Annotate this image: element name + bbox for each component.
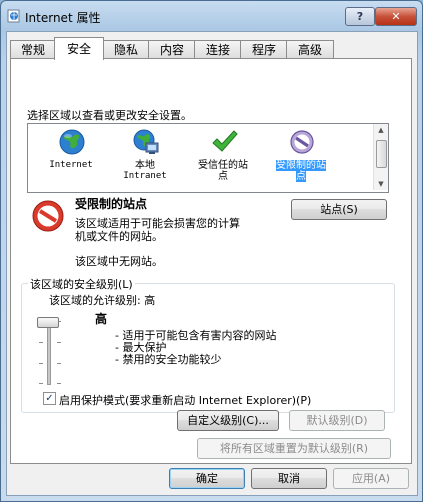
zone-restricted-sites[interactable]: 受限制的站 点 — [264, 124, 338, 190]
protected-mode-label[interactable]: 启用保护模式(要求重新启动 Internet Explorer)(P) — [59, 392, 311, 408]
zone-description-line-2: 机或文件的网站。 — [75, 230, 163, 243]
help-button[interactable]: ? — [345, 7, 375, 26]
zone-trusted-label: 受信任的站 点 — [198, 160, 248, 182]
zone-sites-status: 该区域中无网站。 — [75, 255, 163, 268]
internet-properties-window: Internet 属性 ? ✕ 常规 安全 隐私 内容 连接 程序 高级 选择区… — [0, 0, 423, 502]
custom-level-button[interactable]: 自定义级别(C)... — [177, 410, 279, 431]
tab-programs[interactable]: 程序 — [240, 40, 288, 59]
scroll-down-arrow-icon[interactable]: ▼ — [376, 180, 386, 188]
title-bar[interactable]: Internet 属性 ? ✕ — [1, 1, 422, 31]
close-button[interactable]: ✕ — [375, 7, 417, 26]
slider-tick — [39, 363, 43, 364]
default-level-button[interactable]: 默认级别(D) — [289, 410, 385, 431]
tab-general[interactable]: 常规 — [10, 40, 56, 59]
zone-list: Internet 本地 Intranet 受信任的站 点 受限制的站 点 ▲ ▼ — [27, 123, 389, 193]
level-bullet-3: - 禁用的安全功能较少 — [115, 353, 222, 366]
slider-tick — [57, 383, 61, 384]
allowed-level-text: 该区域的允许级别: 高 — [49, 294, 156, 307]
slider-tick — [39, 342, 43, 343]
tab-content[interactable]: 内容 — [148, 40, 196, 59]
internet-options-icon — [7, 9, 20, 23]
intranet-icon — [133, 129, 159, 154]
security-slider-thumb[interactable] — [37, 317, 59, 328]
zone-instruction: 选择区域以查看或更改安全设置。 — [27, 109, 192, 122]
zone-restricted-label: 受限制的站 点 — [276, 160, 326, 182]
zone-internet-label: Internet — [49, 160, 93, 170]
no-entry-icon — [32, 200, 64, 232]
sites-button[interactable]: 站点(S) — [291, 199, 387, 220]
protected-mode-checkbox[interactable]: ✓ — [43, 392, 56, 405]
tab-security[interactable]: 安全 — [54, 37, 104, 60]
zone-internet[interactable]: Internet — [34, 124, 108, 190]
security-level-name: 高 — [95, 312, 108, 326]
reset-all-zones-button[interactable]: 将所有区域重置为默认级别(R) — [197, 438, 391, 459]
slider-tick — [57, 342, 61, 343]
zone-list-scrollbar[interactable]: ▲ ▼ — [373, 124, 388, 190]
dialog-client: 常规 安全 隐私 内容 连接 程序 高级 选择区域以查看或更改安全设置。 Int… — [6, 31, 418, 496]
trusted-checkmark-icon — [212, 130, 238, 152]
restricted-sites-icon — [290, 130, 314, 154]
ok-button[interactable]: 确定 — [169, 468, 245, 489]
security-slider-track[interactable] — [47, 321, 51, 385]
zone-trusted-sites[interactable]: 受信任的站 点 — [186, 124, 260, 190]
tab-advanced[interactable]: 高级 — [286, 40, 334, 59]
apply-button[interactable]: 应用(A) — [333, 468, 409, 489]
slider-tick — [57, 363, 61, 364]
scroll-up-arrow-icon[interactable]: ▲ — [376, 126, 386, 134]
cancel-button[interactable]: 取消 — [251, 468, 327, 489]
selected-zone-title: 受限制的站点 — [75, 197, 148, 211]
tab-connections[interactable]: 连接 — [194, 40, 242, 59]
security-level-group-title: 该区域的安全级别(L) — [28, 276, 135, 292]
tab-privacy[interactable]: 隐私 — [102, 40, 150, 59]
scroll-thumb[interactable] — [376, 140, 387, 168]
slider-tick — [39, 383, 43, 384]
zone-local-intranet[interactable]: 本地 Intranet — [108, 124, 182, 190]
window-title: Internet 属性 — [25, 11, 101, 25]
globe-icon — [59, 129, 85, 155]
zone-intranet-label: 本地 Intranet — [123, 160, 167, 181]
security-panel: 选择区域以查看或更改安全设置。 Internet 本地 Intranet 受信任… — [10, 58, 412, 464]
